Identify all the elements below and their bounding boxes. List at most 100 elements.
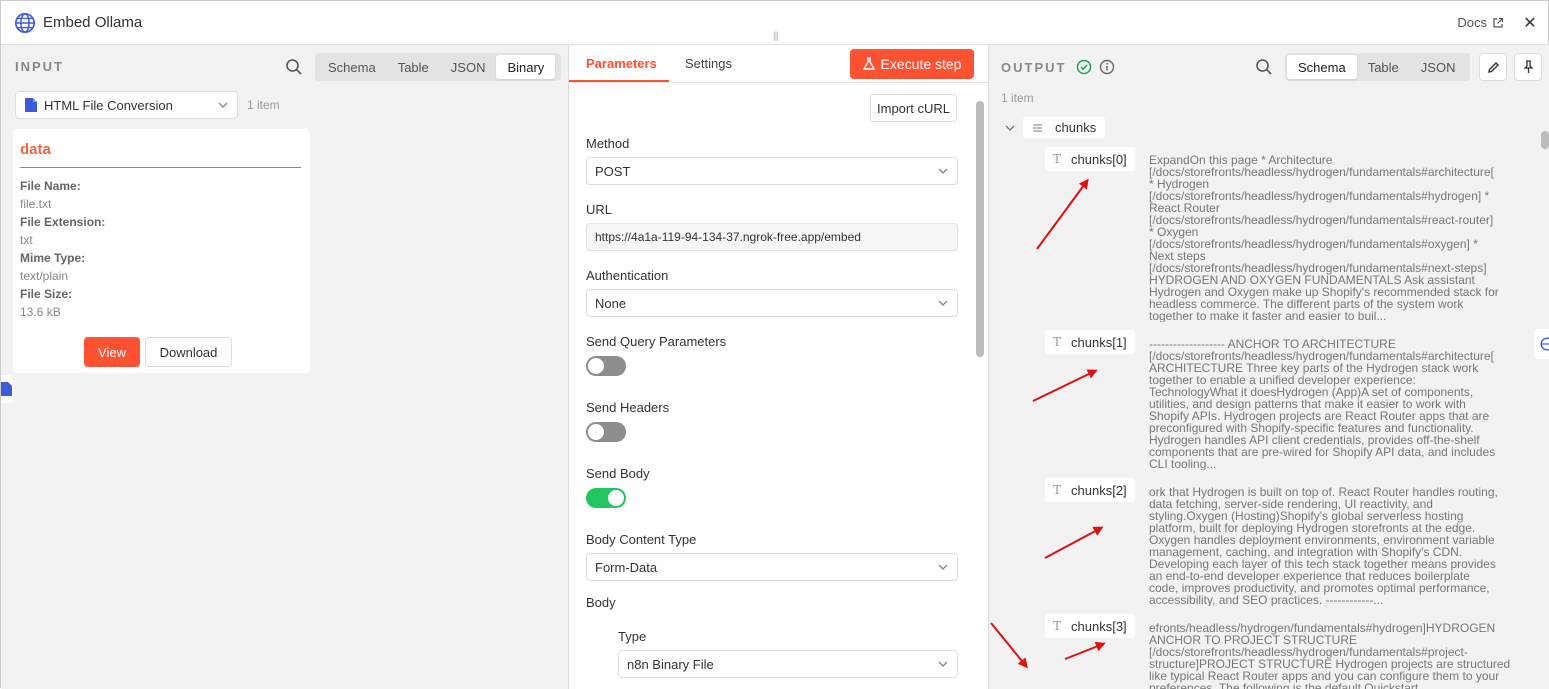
authentication-select[interactable]: None <box>586 289 958 317</box>
tree-root-chunks[interactable]: chunks <box>1005 117 1106 138</box>
input-tab-schema[interactable]: Schema <box>317 55 387 79</box>
tab-divider <box>569 82 988 83</box>
method-value: POST <box>595 163 631 179</box>
output-tab-table[interactable]: Table <box>1357 55 1410 79</box>
body-content-type-select[interactable]: Form-Data <box>586 553 958 581</box>
authentication-label: Authentication <box>586 268 669 283</box>
output-panel: OUTPUT Schema Table JSON 1 item chunks T… <box>989 45 1549 689</box>
chevron-down-icon <box>938 168 948 174</box>
tab-parameters[interactable]: Parameters <box>586 56 657 71</box>
binary-data-title: data <box>20 141 51 158</box>
body-content-type-value: Form-Data <box>595 559 658 575</box>
globe-icon <box>1540 337 1549 351</box>
import-curl-button[interactable]: Import cURL <box>870 94 957 122</box>
window-title: Embed Ollama <box>43 14 143 31</box>
input-side-tab[interactable] <box>1 375 13 403</box>
chunk-key-0[interactable]: T chunks[0] <box>1045 147 1135 171</box>
chunk-key-1[interactable]: T chunks[1] <box>1045 330 1135 354</box>
text-type-icon: T <box>1053 483 1062 497</box>
url-label: URL <box>586 202 613 217</box>
send-headers-label: Send Headers <box>586 400 670 415</box>
chunk-value-0: ExpandOn this page * Architecture [/docs/… <box>1149 154 1531 322</box>
input-tab-table[interactable]: Table <box>387 55 440 79</box>
info-icon[interactable] <box>1099 59 1115 75</box>
body-label: Body <box>586 595 616 610</box>
binary-data-card: data File Name: file.txt File Extension:… <box>13 129 310 373</box>
send-headers-toggle[interactable] <box>586 422 626 442</box>
chunk-key-label: chunks[0] <box>1071 151 1127 167</box>
success-check-icon <box>1076 59 1092 75</box>
pin-icon <box>1522 60 1534 73</box>
output-item-count: 1 item <box>1001 91 1034 105</box>
active-tab-indicator <box>569 80 669 82</box>
tab-settings[interactable]: Settings <box>685 56 732 71</box>
download-button[interactable]: Download <box>145 337 232 367</box>
input-view-tabs: Schema Table JSON Binary <box>315 53 561 81</box>
chunk-line: CLI tooling... <box>1149 457 1217 470</box>
type-label: Type <box>618 629 647 644</box>
method-select[interactable]: POST <box>586 157 958 185</box>
flask-icon <box>862 57 875 70</box>
file-extension-value: txt <box>20 233 33 247</box>
mime-type-value: text/plain <box>20 269 69 283</box>
type-value: n8n Binary File <box>627 656 714 672</box>
body-content-type-label: Body Content Type <box>586 532 697 547</box>
chunk-line: [/docs/storefronts/headless/hydrogen/fun… <box>1149 237 1478 251</box>
parameters-scrollbar[interactable] <box>976 101 984 357</box>
execute-step-button[interactable]: Execute step <box>850 49 974 79</box>
input-tab-json[interactable]: JSON <box>440 55 497 79</box>
text-type-icon: T <box>1053 335 1062 349</box>
input-item-count: 1 item <box>247 98 280 112</box>
chunk-key-2[interactable]: T chunks[2] <box>1045 478 1135 502</box>
search-icon[interactable] <box>285 58 303 76</box>
input-tab-binary[interactable]: Binary <box>496 55 556 79</box>
parameters-panel: Parameters Settings Execute step Import … <box>568 45 989 689</box>
url-value: https://4a1a-119-94-134-37.ngrok-free.ap… <box>595 230 861 244</box>
type-select[interactable]: n8n Binary File <box>618 650 958 678</box>
input-node-select[interactable]: HTML File Conversion <box>15 91 238 119</box>
close-icon: ✕ <box>1523 15 1537 32</box>
method-label: Method <box>586 136 630 151</box>
docs-link[interactable]: Docs <box>1457 15 1504 30</box>
output-scrollbar[interactable] <box>1541 131 1549 149</box>
chevron-down-icon <box>218 102 228 108</box>
toggle-knob <box>588 358 604 374</box>
chunk-key-label: chunks[2] <box>1071 482 1127 498</box>
input-panel: INPUT Schema Table JSON Binary HTML File… <box>1 45 568 689</box>
send-body-label: Send Body <box>586 466 650 481</box>
close-button[interactable]: ✕ <box>1520 13 1540 33</box>
output-tab-json[interactable]: JSON <box>1410 55 1467 79</box>
mime-type-label: Mime Type: <box>20 251 86 265</box>
file-size-label: File Size: <box>20 287 73 301</box>
external-link-icon <box>1493 17 1504 28</box>
output-label: OUTPUT <box>1001 60 1067 75</box>
output-side-tab[interactable] <box>1534 329 1549 359</box>
file-name-label: File Name: <box>20 179 81 193</box>
drag-handle[interactable]: ||| <box>773 31 779 42</box>
chevron-down-icon <box>938 564 948 570</box>
globe-icon <box>15 13 35 33</box>
chunk-value-2: ork that Hydrogen is built on top of. Re… <box>1149 486 1531 606</box>
output-view-tabs: Schema Table JSON <box>1285 53 1470 81</box>
pin-output-button[interactable] <box>1514 53 1542 81</box>
chevron-down-icon <box>938 300 948 306</box>
search-icon[interactable] <box>1255 58 1273 76</box>
edit-output-button[interactable] <box>1479 53 1507 81</box>
url-input[interactable]: https://4a1a-119-94-134-37.ngrok-free.ap… <box>586 223 958 251</box>
chunk-key-3[interactable]: T chunks[3] <box>1045 614 1135 638</box>
node-modal: Embed Ollama Docs ✕ INPUT Schema Table J… <box>0 0 1549 689</box>
chunk-value-3: efronts/headless/hydrogen/fundamentals#h… <box>1149 622 1531 689</box>
text-type-icon: T <box>1053 619 1062 633</box>
output-tab-schema[interactable]: Schema <box>1287 55 1357 79</box>
send-query-toggle[interactable] <box>586 356 626 376</box>
chunk-key-label: chunks[3] <box>1071 618 1127 634</box>
send-body-toggle[interactable] <box>586 488 626 508</box>
toggle-knob <box>608 490 624 506</box>
input-node-select-value: HTML File Conversion <box>44 97 173 113</box>
view-button[interactable]: View <box>84 337 140 367</box>
html-file-icon <box>25 98 37 112</box>
execute-step-label: Execute step <box>880 56 962 72</box>
file-name-value: file.txt <box>20 197 52 211</box>
chunk-line: together to make it faster and easier to… <box>1149 309 1387 322</box>
authentication-value: None <box>595 295 627 311</box>
